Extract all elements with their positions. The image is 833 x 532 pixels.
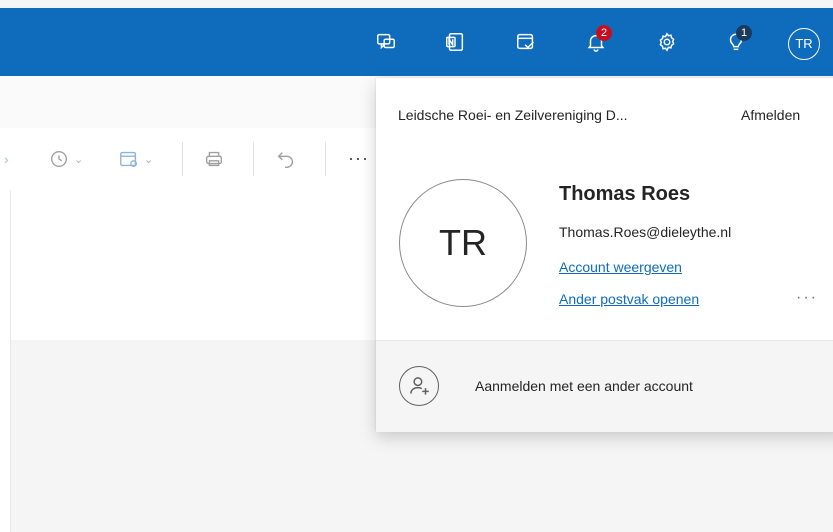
view-account-link[interactable]: Account weergeven — [559, 259, 682, 275]
truncated-icon: › — [4, 151, 9, 167]
onenote-icon[interactable] — [439, 26, 471, 58]
more-actions-button[interactable]: ··· — [348, 148, 369, 169]
add-person-icon — [399, 366, 439, 406]
rules-settings-icon — [120, 151, 138, 168]
left-pane-edge — [0, 190, 11, 532]
organization-name: Leidsche Roei- en Zeilvereniging D... — [398, 107, 628, 123]
more-options-button[interactable]: ··· — [796, 289, 818, 307]
toolbar-divider — [253, 142, 254, 176]
account-avatar-button[interactable]: TR — [788, 28, 820, 60]
snooze-clock-button[interactable]: ⌄ — [48, 146, 83, 172]
print-button[interactable] — [203, 146, 225, 172]
rules-button[interactable]: ⌄ — [118, 146, 153, 172]
open-other-mailbox-link[interactable]: Ander postvak openen — [559, 291, 699, 307]
tips-count-badge: 1 — [736, 25, 752, 41]
account-manager-panel: Leidsche Roei- en Zeilvereniging D... Af… — [376, 78, 833, 432]
chevron-down-icon: ⌄ — [74, 153, 84, 166]
print-icon — [205, 151, 223, 167]
sign-in-another-account-label: Aanmelden met een ander account — [475, 378, 693, 394]
toolbar-divider — [325, 142, 326, 176]
undo-button[interactable] — [275, 146, 297, 172]
notifications-button[interactable]: 2 — [580, 25, 612, 58]
sign-in-another-account-button[interactable]: Aanmelden met een ander account — [376, 340, 833, 432]
toolbar-divider — [182, 142, 183, 176]
chevron-down-icon: ⌄ — [144, 153, 154, 166]
tips-button[interactable]: 1 — [720, 25, 752, 58]
user-name: Thomas Roes — [559, 183, 691, 205]
undo-icon — [277, 152, 294, 168]
profile-avatar[interactable]: TR — [399, 179, 527, 307]
my-day-icon[interactable] — [510, 26, 542, 58]
top-app-bar: 2 1 TR — [0, 8, 833, 76]
clock-icon — [50, 150, 68, 168]
user-email: Thomas.Roes@dieleythe.nl — [559, 224, 732, 240]
notification-count-badge: 2 — [596, 25, 612, 41]
teams-chat-icon[interactable] — [370, 26, 402, 58]
sign-out-button[interactable]: Afmelden — [741, 107, 800, 123]
settings-gear-icon[interactable] — [651, 26, 683, 58]
